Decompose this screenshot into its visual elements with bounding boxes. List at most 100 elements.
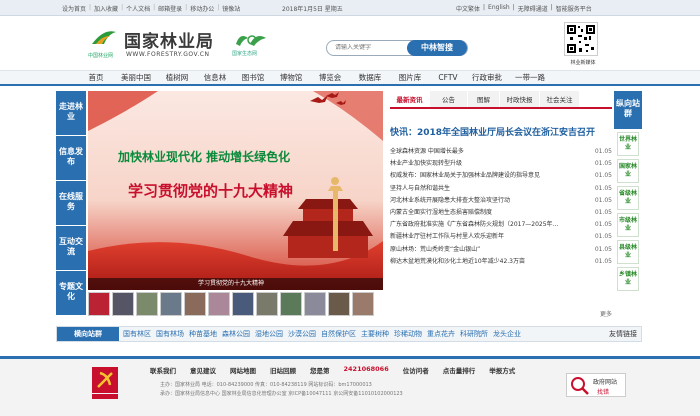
top-link[interactable]: 加入收藏 bbox=[94, 4, 118, 13]
separator: | bbox=[121, 4, 124, 11]
thumbnail[interactable] bbox=[304, 292, 326, 316]
footer-link[interactable]: 旧站回顾 bbox=[270, 365, 296, 375]
news-title: 河北林业系统开展隐患大排查大整治攻坚行动 bbox=[390, 196, 511, 204]
separator: | bbox=[483, 4, 486, 11]
news-tab[interactable]: 图解 bbox=[468, 91, 500, 107]
nav-item[interactable]: 首页 bbox=[78, 71, 114, 85]
horizontal-site-link[interactable]: 森林公园 bbox=[222, 327, 250, 341]
news-title: 内蒙古全面实行湿地生态损害赔偿制度 bbox=[390, 208, 493, 216]
thumbnail[interactable] bbox=[112, 292, 134, 316]
thumbnail[interactable] bbox=[208, 292, 230, 316]
top-link[interactable]: English bbox=[488, 4, 510, 13]
news-tab[interactable]: 社会关注 bbox=[540, 91, 580, 107]
hero-image: 加快林业现代化 推动增长绿色化 学习贯彻党的十九大精神 bbox=[88, 91, 383, 290]
left-nav-item[interactable]: 互动交流 bbox=[56, 226, 86, 270]
top-link[interactable]: 设为首页 bbox=[62, 4, 86, 13]
nav-item[interactable]: 植树网 bbox=[158, 71, 196, 85]
footer-link[interactable]: 点击量排行 bbox=[443, 365, 476, 375]
footer-link: 位访问者 bbox=[402, 367, 429, 375]
horizontal-site-link[interactable]: 沙漠公园 bbox=[288, 327, 316, 341]
thumbnail[interactable] bbox=[256, 292, 278, 316]
thumbnail[interactable] bbox=[136, 292, 158, 316]
left-nav-item[interactable]: 专题文化 bbox=[56, 271, 86, 315]
top-link[interactable]: 无障碍通道 bbox=[518, 4, 548, 13]
thumbnail[interactable] bbox=[160, 292, 182, 316]
vertical-site-item[interactable]: 国家林业 bbox=[617, 159, 639, 183]
footer-link[interactable]: 举报方式 bbox=[489, 365, 515, 375]
news-item[interactable]: 河北林业系统开展隐患大排查大整治攻坚行动 01.05 bbox=[390, 195, 612, 207]
news-item[interactable]: 广东省政府批准实施《广东省森林防火规划（2017—2025年… 01.05 bbox=[390, 219, 612, 231]
thumbnail[interactable] bbox=[328, 292, 350, 316]
nav-item[interactable]: 图片库 bbox=[390, 71, 430, 85]
horizontal-site-link[interactable]: 珍稀动物 bbox=[394, 327, 422, 341]
horizontal-site-link[interactable]: 自然保护区 bbox=[321, 327, 356, 341]
horizontal-site-link[interactable]: 重点花卉 bbox=[427, 327, 455, 341]
left-nav-item[interactable]: 信息发布 bbox=[56, 136, 86, 180]
gov-error-report[interactable]: 政府网站 找错 bbox=[566, 373, 626, 397]
footer-link[interactable]: 意见建议 bbox=[190, 365, 216, 375]
horizontal-site-link[interactable]: 湿地公园 bbox=[255, 327, 283, 341]
horizontal-site-link[interactable]: 科研院所 bbox=[460, 327, 488, 341]
horizontal-site-link[interactable]: 国有林区 bbox=[123, 327, 151, 341]
horizontal-site-link[interactable]: 国有林场 bbox=[156, 327, 184, 341]
news-tab[interactable]: 公告 bbox=[430, 91, 468, 107]
friendly-links[interactable]: 友情链接 bbox=[609, 327, 637, 341]
left-nav-item[interactable]: 在线服务 bbox=[56, 181, 86, 225]
top-link[interactable]: 智能服务平台 bbox=[556, 4, 592, 13]
more-link[interactable]: 更多 bbox=[600, 309, 612, 318]
news-item[interactable]: 新疆林业厅驻村工作队与村里人欢乐迎新年 01.05 bbox=[390, 231, 612, 243]
nav-item[interactable]: 数据库 bbox=[350, 71, 390, 85]
horizontal-site-link[interactable]: 种苗基地 bbox=[189, 327, 217, 341]
eco-network-logo[interactable]: 国家生态网 bbox=[232, 30, 272, 60]
nav-item[interactable]: 图书馆 bbox=[234, 71, 272, 85]
news-item[interactable]: 内蒙古全面实行湿地生态损害赔偿制度 01.05 bbox=[390, 207, 612, 219]
top-link[interactable]: 中文繁体 bbox=[456, 4, 480, 13]
vertical-site-item[interactable]: 乡镇林业 bbox=[617, 267, 639, 291]
thumbnail[interactable] bbox=[352, 292, 374, 316]
vertical-site-item[interactable]: 省级林业 bbox=[617, 186, 639, 210]
news-item[interactable]: 林业产业加快实现转型升级 01.05 bbox=[390, 158, 612, 170]
news-date: 01.05 bbox=[594, 148, 612, 155]
horizontal-sites-label: 横向站群 bbox=[57, 327, 119, 341]
horizontal-site-link[interactable]: 主要树种 bbox=[361, 327, 389, 341]
footer-link[interactable]: 网站地图 bbox=[230, 365, 256, 375]
top-link[interactable]: 邮箱登录 bbox=[158, 4, 182, 13]
footer-link: 您是第 bbox=[310, 367, 330, 375]
gov-label: 政府网站 bbox=[593, 379, 618, 386]
horizontal-site-link[interactable]: 龙头企业 bbox=[493, 327, 521, 341]
nav-item[interactable]: 行政审批 bbox=[466, 71, 508, 85]
vertical-site-item[interactable]: 县级林业 bbox=[617, 240, 639, 264]
top-link[interactable]: 移动办公 bbox=[190, 4, 214, 13]
news-item[interactable]: 权威发布：国家林业局关于加强林业品牌建设的指导意见 01.05 bbox=[390, 170, 612, 182]
logo-mark-icon bbox=[92, 31, 116, 44]
news-title: 权威发布：国家林业局关于加强林业品牌建设的指导意见 bbox=[390, 172, 541, 180]
nav-item[interactable]: CFTV bbox=[430, 71, 466, 85]
nav-item[interactable]: 博物馆 bbox=[272, 71, 310, 85]
news-item[interactable]: 原山林场：荒山秃岭变“金山银山” 01.05 bbox=[390, 244, 612, 256]
search-button[interactable]: 中林智搜 bbox=[407, 40, 467, 56]
nav-item[interactable]: 一带一路 bbox=[508, 71, 552, 85]
nav-item[interactable]: 美丽中国 bbox=[114, 71, 158, 85]
thumbnail[interactable] bbox=[184, 292, 206, 316]
thumbnail[interactable] bbox=[232, 292, 254, 316]
top-link[interactable]: 镜像站 bbox=[222, 4, 240, 13]
news-headline[interactable]: 快讯：2018年全国林业厅局长会议在浙江安吉召开 bbox=[390, 125, 612, 138]
news-item[interactable]: 坚持人与自然和谐共生 01.05 bbox=[390, 183, 612, 195]
thumbnail[interactable] bbox=[280, 292, 302, 316]
news-item[interactable]: 柳达木盆地荒漠化和沙化土地近10年减少42.3万亩 01.05 bbox=[390, 256, 612, 268]
search-box: 中林智搜 bbox=[326, 40, 468, 56]
news-item[interactable]: 全球森林资源 中国增长最多 01.05 bbox=[390, 146, 612, 158]
vertical-site-item[interactable]: 世界林业 bbox=[617, 132, 639, 156]
news-tab[interactable]: 时政快报 bbox=[500, 91, 540, 107]
nav-item[interactable]: 信息林 bbox=[196, 71, 234, 85]
left-nav-item[interactable]: 走进林业 bbox=[56, 91, 86, 135]
footer-link[interactable]: 联系我们 bbox=[150, 365, 176, 375]
separator: | bbox=[185, 4, 188, 11]
thumbnail[interactable] bbox=[88, 292, 110, 316]
search-input[interactable] bbox=[335, 44, 405, 51]
vertical-site-item[interactable]: 市级林业 bbox=[617, 213, 639, 237]
top-link[interactable]: 个人文档 bbox=[126, 4, 150, 13]
news-tab[interactable]: 最新资讯 bbox=[390, 91, 430, 107]
nav-item[interactable]: 博览会 bbox=[310, 71, 350, 85]
hero-banner[interactable]: 加快林业现代化 推动增长绿色化 学习贯彻党的十九大精神 学习贯彻党的十九大精神 bbox=[88, 91, 383, 290]
